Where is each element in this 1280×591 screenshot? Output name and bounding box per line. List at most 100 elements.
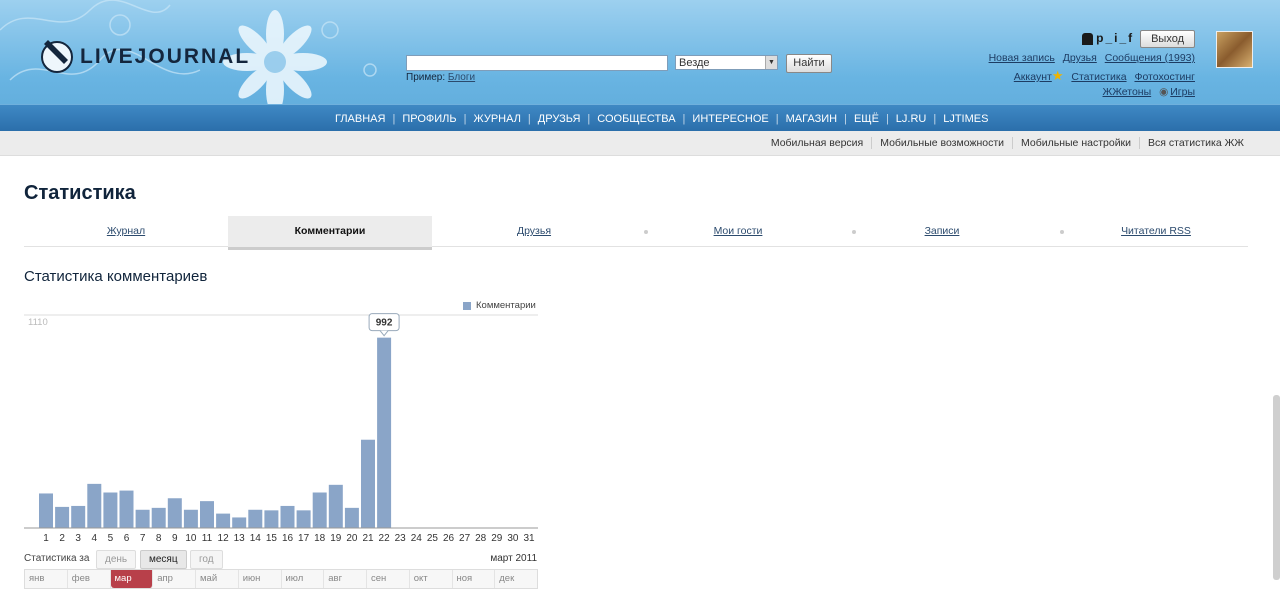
- x-tick-label: 23: [395, 533, 407, 544]
- x-tick-label: 6: [124, 533, 130, 544]
- month-item[interactable]: ноя: [453, 570, 496, 588]
- period-year-button[interactable]: год: [190, 550, 223, 569]
- user-box: p_i_f Выход Новая запись Друзья Сообщени…: [984, 30, 1195, 101]
- chart-bar: [296, 510, 311, 528]
- chart-bar: [87, 483, 102, 528]
- x-tick-label: 9: [172, 533, 178, 544]
- month-item[interactable]: фев: [68, 570, 111, 588]
- subnav-item[interactable]: Вся статистика ЖЖ: [1139, 137, 1252, 149]
- nav-separator: |: [844, 112, 847, 125]
- month-item[interactable]: сен: [367, 570, 410, 588]
- sub-nav: Мобильная версия Мобильные возможности Моб…: [0, 131, 1280, 156]
- x-tick-label: 14: [250, 533, 262, 544]
- nav-item[interactable]: ДРУЗЬЯ: [531, 113, 588, 125]
- chart-bar: [119, 490, 134, 528]
- livejournal-logo[interactable]: LIVEJOURNAL: [38, 38, 250, 76]
- chart-bar: [71, 505, 86, 528]
- x-tick-label: 25: [427, 533, 439, 544]
- nav-separator: |: [587, 112, 591, 125]
- search-input[interactable]: [406, 55, 668, 71]
- x-tick-label: 7: [140, 533, 146, 544]
- x-tick-label: 15: [266, 533, 278, 544]
- month-item[interactable]: май: [196, 570, 239, 588]
- account-link[interactable]: Аккаунт: [1014, 71, 1052, 83]
- month-item[interactable]: июл: [282, 570, 325, 588]
- nav-item[interactable]: ПРОФИЛЬ: [395, 113, 463, 125]
- subnav-item[interactable]: Мобильные настройки: [1012, 137, 1139, 149]
- logout-button[interactable]: Выход: [1140, 30, 1195, 49]
- x-tick-label: 8: [156, 533, 162, 544]
- month-selector: янв фев мар апр май июн июл авг сен окт ноя дек: [24, 569, 538, 589]
- nav-item[interactable]: ГЛАВНАЯ: [328, 113, 392, 125]
- month-item[interactable]: дек: [495, 570, 537, 588]
- chart-bar: [200, 501, 214, 528]
- chart-bar: [344, 507, 359, 528]
- chart-bar: [361, 439, 375, 528]
- photo-hosting-link[interactable]: Фотохостинг: [1134, 71, 1195, 83]
- x-tick-label: 22: [379, 533, 391, 544]
- friends-link[interactable]: Друзья: [1063, 52, 1097, 64]
- x-tick-label: 18: [314, 533, 326, 544]
- new-post-link[interactable]: Новая запись: [989, 52, 1055, 64]
- tab-posts[interactable]: Записи: [840, 216, 1044, 246]
- nav-item[interactable]: ИНТЕРЕСНОЕ: [685, 113, 775, 125]
- pencil-logo-icon: [41, 40, 73, 73]
- user-icon[interactable]: [1082, 33, 1094, 46]
- x-tick-label: 28: [475, 533, 487, 544]
- tab-journal[interactable]: Журнал: [24, 216, 228, 246]
- nav-item[interactable]: ЖУРНАЛ: [466, 113, 527, 125]
- tokens-link[interactable]: ЖЖетоны: [1103, 86, 1152, 98]
- chart-bar: [39, 493, 53, 528]
- month-item[interactable]: окт: [410, 570, 453, 588]
- logo-text: LIVEJOURNAL: [80, 45, 251, 68]
- month-item[interactable]: авг: [324, 570, 367, 588]
- messages-link[interactable]: Сообщения (1993): [1105, 52, 1195, 64]
- subnav-item[interactable]: Мобильные возможности: [871, 137, 1012, 149]
- search-scope-select[interactable]: Везде ▼: [675, 55, 778, 70]
- subnav-item[interactable]: Мобильная версия: [763, 137, 871, 149]
- month-item[interactable]: янв: [25, 570, 68, 588]
- period-day-button[interactable]: день: [96, 550, 137, 569]
- nav-item[interactable]: СООБЩЕСТВА: [590, 113, 682, 125]
- chart-bar: [248, 509, 263, 528]
- x-tick-label: 19: [330, 533, 342, 544]
- nav-item[interactable]: LJ.RU: [889, 113, 934, 125]
- tab-rss-readers[interactable]: Читатели RSS: [1054, 216, 1258, 246]
- stats-tabs: Журнал Комментарии Друзья Мои гости Запи…: [24, 216, 1248, 250]
- nav-item[interactable]: ЕЩЁ: [847, 113, 886, 125]
- example-link[interactable]: Блоги: [448, 72, 475, 83]
- nav-separator: |: [392, 112, 396, 125]
- month-item[interactable]: апр: [153, 570, 196, 588]
- x-tick-label: 12: [218, 533, 230, 544]
- username[interactable]: p_i_f: [1096, 31, 1134, 45]
- search-button[interactable]: Найти: [786, 54, 832, 73]
- star-icon: ★: [1051, 68, 1064, 83]
- x-tick-label: 27: [459, 533, 471, 544]
- avatar[interactable]: [1216, 31, 1253, 68]
- header: LIVEJOURNAL Везде ▼ Найти Пример: Блоги …: [0, 0, 1280, 131]
- x-tick-label: 11: [202, 533, 213, 544]
- tab-comments[interactable]: Комментарии: [228, 216, 432, 250]
- search-example: Пример: Блоги: [406, 72, 475, 83]
- nav-separator: |: [933, 112, 937, 125]
- tab-friends[interactable]: Друзья: [432, 216, 636, 246]
- nav-item[interactable]: МАГАЗИН: [779, 113, 844, 125]
- x-tick-label: 1: [43, 533, 49, 544]
- month-item[interactable]: июн: [239, 570, 282, 588]
- scrollbar[interactable]: [1273, 395, 1280, 580]
- chart-bar: [377, 337, 392, 528]
- x-tick-label: 3: [75, 533, 81, 544]
- search-scope-value: Везде: [679, 56, 710, 69]
- tab-my-guests[interactable]: Мои гости: [636, 216, 840, 246]
- section-title: Статистика комментариев: [24, 268, 208, 285]
- period-month-button[interactable]: месяц: [140, 550, 187, 569]
- nav-separator: |: [885, 112, 889, 125]
- x-tick-label: 24: [411, 533, 423, 544]
- statistics-link[interactable]: Статистика: [1071, 71, 1126, 83]
- chart-legend: Комментарии: [463, 300, 536, 311]
- games-link[interactable]: Игры: [1170, 86, 1195, 98]
- current-period: март 2011: [490, 553, 537, 564]
- month-item[interactable]: мар: [110, 570, 154, 588]
- x-tick-label: 2: [59, 533, 65, 544]
- nav-item[interactable]: LJTIMES: [936, 113, 995, 125]
